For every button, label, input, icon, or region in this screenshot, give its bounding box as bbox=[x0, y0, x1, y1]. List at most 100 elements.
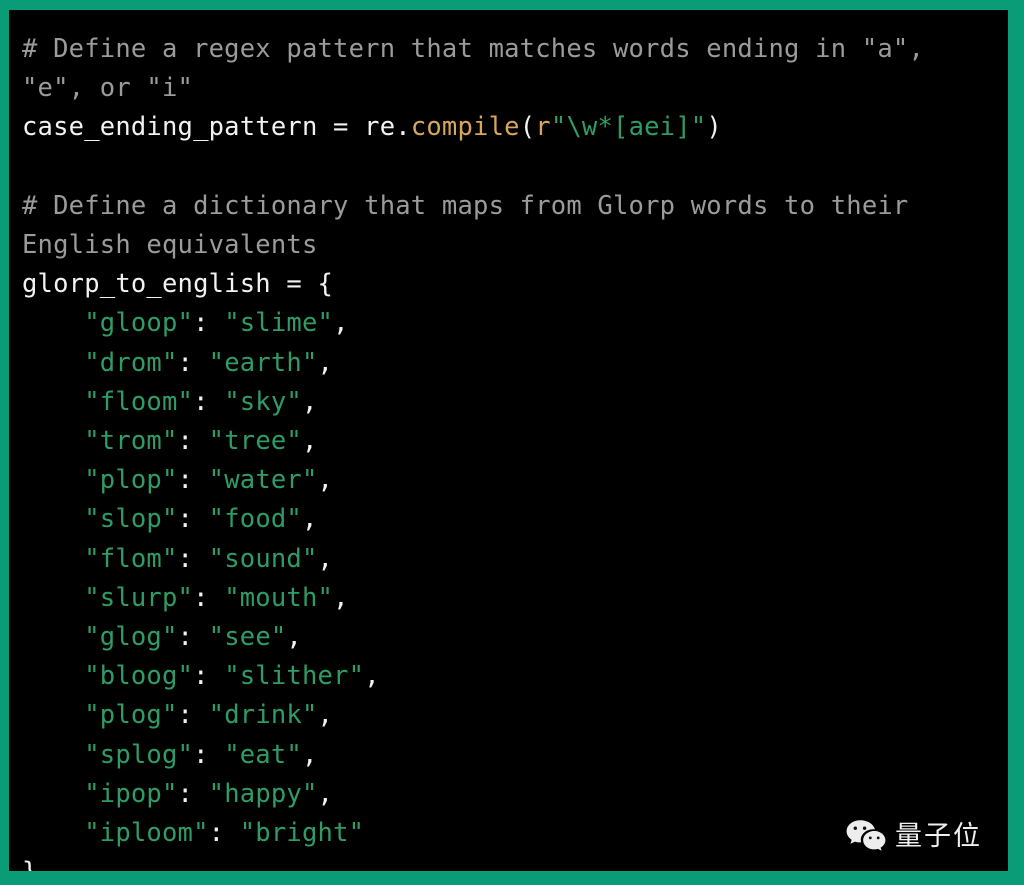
dictionary-key: "plop" bbox=[84, 465, 178, 496]
dictionary-entry: "trom": "tree", bbox=[9, 422, 1008, 461]
dictionary-value: "happy" bbox=[208, 778, 318, 809]
dictionary-value: "slither" bbox=[224, 661, 365, 692]
key-value-separator: : bbox=[193, 386, 225, 417]
key-value-separator: : bbox=[177, 622, 209, 653]
raw-string-prefix-token: r bbox=[535, 112, 551, 143]
dictionary-key: "splog" bbox=[84, 739, 194, 770]
trailing-comma: , bbox=[333, 582, 349, 613]
trailing-comma: , bbox=[317, 347, 334, 378]
trailing-comma: , bbox=[317, 700, 334, 731]
dictionary-entry: "flom": "sound", bbox=[9, 540, 1008, 579]
dictionary-entry: "drom": "earth", bbox=[9, 344, 1008, 383]
key-value-separator: : bbox=[208, 818, 240, 849]
dictionary-value: "sky" bbox=[224, 386, 302, 417]
key-value-separator: : bbox=[177, 426, 209, 457]
dictionary-value: "see" bbox=[208, 622, 287, 653]
dictionary-entry: "ipop": "happy", bbox=[9, 775, 1008, 814]
dictionary-entry: "iploom": "bright" bbox=[9, 814, 1008, 853]
key-value-separator: : bbox=[193, 739, 225, 770]
dictionary-entry: "gloop": "slime", bbox=[9, 304, 1008, 343]
dictionary-key: "slurp" bbox=[84, 582, 194, 613]
key-value-separator: : bbox=[177, 543, 209, 574]
trailing-comma: , bbox=[317, 465, 334, 496]
trailing-comma: , bbox=[286, 622, 302, 653]
trailing-comma: , bbox=[317, 543, 334, 574]
dictionary-key: "slop" bbox=[84, 504, 178, 535]
dictionary-entry: "plop": "water", bbox=[9, 461, 1008, 500]
dictionary-entry: "slurp": "mouth", bbox=[9, 579, 1008, 618]
dictionary-value: "sound" bbox=[208, 543, 318, 574]
dictionary-key: "trom" bbox=[84, 426, 178, 457]
trailing-comma: , bbox=[301, 386, 318, 417]
dictionary-entry: "floom": "sky", bbox=[9, 383, 1008, 422]
key-value-separator: : bbox=[177, 465, 209, 496]
dictionary-key: "plog" bbox=[84, 700, 178, 731]
dictionary-entry: "glog": "see", bbox=[9, 618, 1008, 657]
regex-string-token: "\w*[aei]" bbox=[550, 112, 707, 143]
dictionary-value: "food" bbox=[208, 504, 302, 535]
dictionary-key: "bloog" bbox=[84, 661, 194, 692]
trailing-comma: , bbox=[301, 504, 318, 535]
screenshot-frame: # Define a regex pattern that matches wo… bbox=[0, 0, 1024, 885]
dictionary-entry: "splog": "eat", bbox=[9, 736, 1008, 775]
key-value-separator: : bbox=[177, 700, 209, 731]
dictionary-value: "bright" bbox=[239, 818, 365, 849]
trailing-comma: , bbox=[364, 661, 380, 692]
key-value-separator: : bbox=[193, 582, 225, 613]
code-block: # Define a regex pattern that matches wo… bbox=[9, 10, 1008, 871]
trailing-comma: , bbox=[301, 426, 318, 457]
dictionary-key: "gloop" bbox=[84, 308, 194, 339]
dictionary-key: "drom" bbox=[84, 347, 178, 378]
dict-close-token: } bbox=[22, 857, 38, 871]
key-value-separator: : bbox=[177, 504, 209, 535]
dict-open-token: glorp_to_english = { bbox=[22, 269, 334, 300]
assignment-lead: case_ending_pattern = re. bbox=[22, 112, 411, 143]
compile-function-token: compile bbox=[410, 112, 520, 143]
dictionary-value: "earth" bbox=[208, 347, 318, 378]
dictionary-entry: "slop": "food", bbox=[9, 500, 1008, 539]
dictionary-value: "eat" bbox=[224, 739, 302, 770]
code-line-dict-close: } bbox=[9, 853, 1008, 871]
dictionary-key: "iploom" bbox=[84, 818, 209, 849]
comment-text: # Define a regex pattern that matches wo… bbox=[22, 34, 940, 104]
dictionary-value: "drink" bbox=[208, 700, 318, 731]
comment-text: # Define a dictionary that maps from Glo… bbox=[22, 190, 925, 260]
dictionary-value: "mouth" bbox=[224, 582, 334, 613]
dictionary-key: "flom" bbox=[84, 543, 178, 574]
key-value-separator: : bbox=[177, 347, 209, 378]
dictionary-entry: "plog": "drink", bbox=[9, 696, 1008, 735]
dictionary-value: "slime" bbox=[224, 308, 334, 339]
code-line-comment-regex: # Define a regex pattern that matches wo… bbox=[9, 30, 1008, 108]
dictionary-key: "ipop" bbox=[84, 778, 178, 809]
dictionary-entries: "gloop": "slime", "drom": "earth", "floo… bbox=[9, 304, 1008, 853]
dictionary-value: "tree" bbox=[208, 426, 302, 457]
trailing-comma: , bbox=[301, 739, 318, 770]
close-paren-token: ) bbox=[706, 112, 722, 143]
key-value-separator: : bbox=[193, 308, 225, 339]
dictionary-value: "water" bbox=[208, 465, 318, 496]
dictionary-entry: "bloog": "slither", bbox=[9, 657, 1008, 696]
key-value-separator: : bbox=[193, 661, 225, 692]
code-line-comment-dictionary: # Define a dictionary that maps from Glo… bbox=[9, 187, 1008, 265]
code-line-regex-assignment: case_ending_pattern = re.compile(r"\w*[a… bbox=[9, 108, 1008, 147]
open-paren-token: ( bbox=[519, 112, 536, 143]
dictionary-key: "glog" bbox=[84, 622, 178, 653]
trailing-comma: , bbox=[333, 308, 349, 339]
trailing-comma: , bbox=[317, 778, 334, 809]
code-line-dict-open: glorp_to_english = { bbox=[9, 265, 1008, 304]
